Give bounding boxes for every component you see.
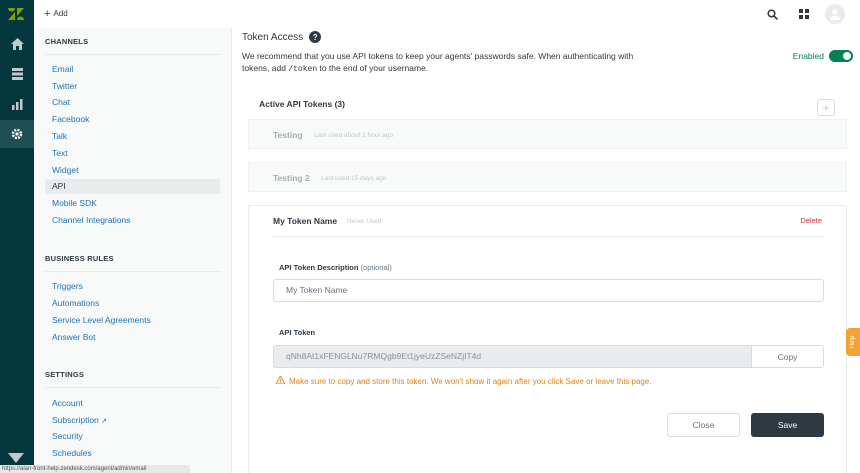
sidebar-item-security[interactable]: Security (45, 429, 220, 444)
sidebar-item-widget[interactable]: Widget (45, 163, 220, 178)
home-icon[interactable] (0, 30, 34, 58)
reporting-icon[interactable] (0, 90, 34, 118)
zendesk-logo[interactable] (8, 7, 24, 21)
sidebar-item-answer-bot[interactable]: Answer Bot (45, 330, 220, 345)
product-tray-icon[interactable] (797, 7, 811, 21)
help-question-icon[interactable]: ? (309, 31, 322, 43)
admin-gear-icon[interactable] (0, 120, 34, 148)
search-icon[interactable] (765, 7, 779, 21)
token-last-used: Last used about 1 hour ago (314, 132, 394, 139)
views-icon[interactable] (0, 60, 34, 88)
api-token-field[interactable]: qNh8At1xFENGLNu7RMQgb9Et1jyeUzZSeNZjIT4d (273, 345, 752, 368)
enabled-label: Enabled (792, 51, 824, 61)
sidebar-item-automations[interactable]: Automations (45, 296, 220, 311)
sidebar-item-talk[interactable]: Talk (45, 129, 220, 144)
token-row[interactable]: Testing Last used about 1 hour ago (248, 119, 847, 149)
sidebar-item-facebook[interactable]: Facebook (45, 112, 220, 127)
sidebar-item-schedules[interactable]: Schedules (45, 446, 220, 461)
business-rules-heading: BUSINESS RULES (45, 254, 114, 263)
product-nav-rail (0, 0, 34, 473)
external-link-icon: ↗ (101, 418, 108, 425)
token-access-toggle-group: Enabled (793, 50, 853, 62)
optional-tag: (optional) (360, 263, 392, 272)
settings-heading: SETTINGS (45, 370, 85, 379)
subscription-label: Subscription (52, 415, 99, 425)
add-token-button[interactable]: + (817, 99, 835, 116)
user-avatar[interactable] (825, 4, 845, 24)
plus-icon: + (44, 7, 51, 20)
token-name: Testing 2 (273, 173, 310, 183)
top-header: + Add (34, 0, 860, 28)
add-button[interactable]: + Add (44, 7, 68, 20)
api-token-field-label: API Token (279, 328, 316, 337)
token-description-input[interactable]: My Token Name (273, 279, 824, 302)
sidebar-item-text[interactable]: Text (45, 146, 220, 161)
sidebar-item-slas[interactable]: Service Level Agreements (45, 313, 220, 328)
zendesk-mark-icon (8, 453, 24, 465)
token-access-description: We recommend that you use API tokens to … (242, 50, 642, 76)
divider (45, 271, 221, 272)
sidebar-item-api[interactable]: API (45, 179, 220, 194)
close-button[interactable]: Close (667, 413, 740, 437)
save-button[interactable]: Save (751, 413, 824, 437)
divider (273, 236, 824, 237)
sidebar-item-mobile-sdk[interactable]: Mobile SDK (45, 196, 220, 211)
divider (45, 54, 221, 55)
sidebar-item-chat[interactable]: Chat (45, 95, 220, 110)
sidebar-item-twitter[interactable]: Twitter (45, 79, 220, 94)
token-name: Testing (273, 130, 303, 140)
token-name: My Token Name (273, 216, 338, 226)
toggle-knob (843, 52, 851, 60)
help-widget-tab[interactable]: Help (846, 328, 860, 356)
copy-warning: Make sure to copy and store this token. … (275, 375, 652, 386)
desc-code: /token (288, 65, 318, 74)
token-row[interactable]: Testing 2 Last used 15 days ago (248, 162, 847, 192)
browser-status-url: https://alan-front-help.zendesk.com/agen… (0, 465, 190, 473)
description-label-text: API Token Description (279, 263, 359, 272)
description-field-label: API Token Description (optional) (279, 263, 392, 272)
page-title-text: Token Access (242, 31, 304, 43)
token-edit-card: My Token Name Never Used Delete API Toke… (248, 205, 847, 473)
sidebar-item-subscription[interactable]: Subscription ↗ (45, 413, 220, 428)
sidebar-item-email[interactable]: Email (45, 62, 220, 77)
copy-token-button[interactable]: Copy (751, 345, 824, 368)
divider (45, 387, 221, 388)
warning-text: Make sure to copy and store this token. … (289, 376, 652, 386)
warning-icon (275, 375, 286, 386)
main-content: Token Access ? We recommend that you use… (233, 28, 860, 473)
desc-text-after: to the end of your username. (317, 63, 429, 73)
token-last-used: Last used 15 days ago (321, 175, 387, 182)
token-last-used: Never Used (347, 218, 382, 225)
sidebar-item-account[interactable]: Account (45, 396, 220, 411)
delete-token-link[interactable]: Delete (800, 216, 822, 225)
sidebar-item-channel-integrations[interactable]: Channel Integrations (45, 213, 220, 228)
page-title: Token Access ? (242, 31, 322, 43)
active-tokens-heading: Active API Tokens (3) (259, 99, 345, 109)
admin-sidebar: CHANNELS Email Twitter Chat Facebook Tal… (34, 28, 232, 473)
token-access-toggle[interactable] (829, 50, 853, 62)
help-tab-label: Help (850, 335, 856, 349)
add-label: Add (53, 9, 68, 18)
sidebar-item-triggers[interactable]: Triggers (45, 279, 220, 294)
channels-heading: CHANNELS (45, 37, 89, 46)
